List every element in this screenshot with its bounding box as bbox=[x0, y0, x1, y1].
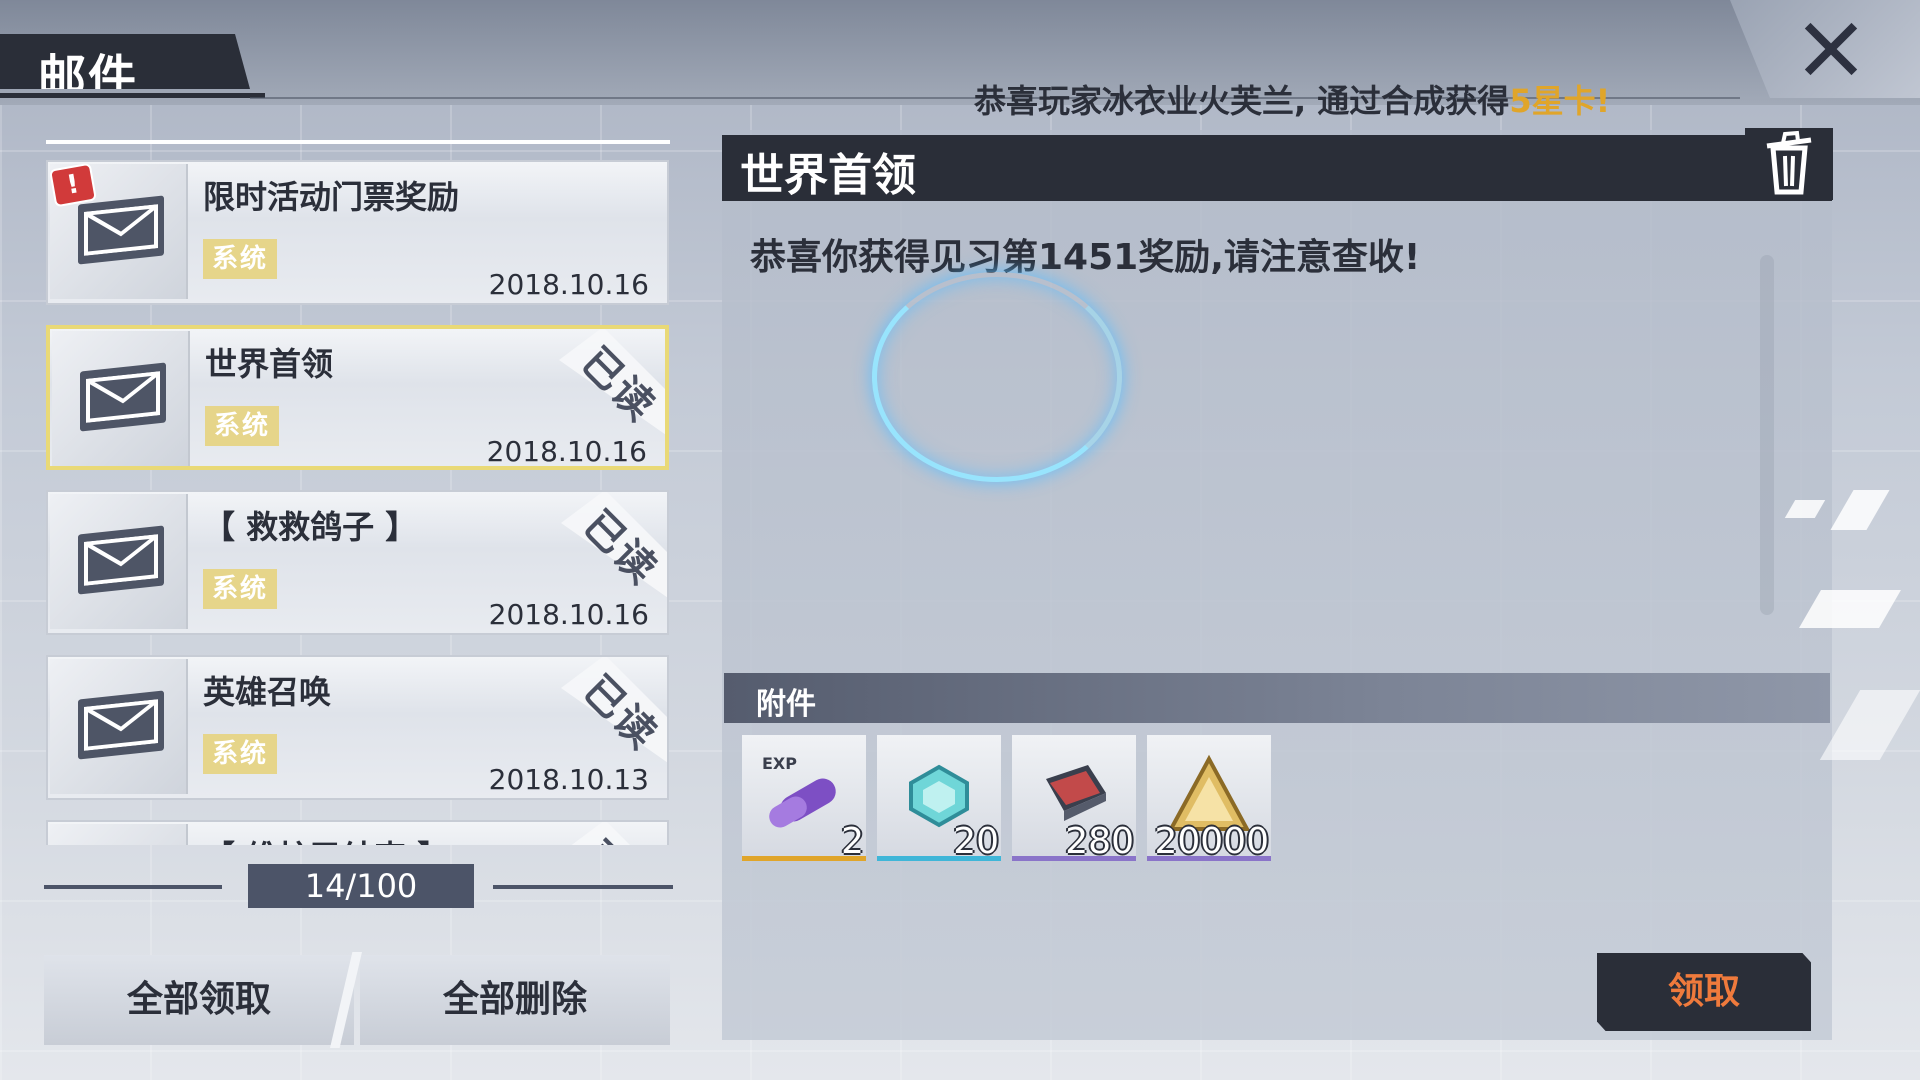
ticker-highlight: 5星卡! bbox=[1509, 82, 1611, 120]
mail-thumbnail bbox=[52, 331, 190, 466]
detail-header: 世界首领 bbox=[722, 135, 1832, 201]
mail-date: 2018.10.13 bbox=[488, 763, 649, 796]
envelope-icon bbox=[78, 195, 164, 265]
unread-alert-icon: ! bbox=[49, 162, 97, 208]
mail-tag-badge: 系统 bbox=[205, 406, 279, 446]
read-stamp: 已读 bbox=[559, 329, 665, 437]
attachments-header: 附件 bbox=[724, 673, 1830, 723]
mail-list[interactable]: ! 限时活动门票奖励 系统 2018.10.16 世界首领 系统 2018.10… bbox=[46, 140, 671, 845]
mail-subject: 限时活动门票奖励 bbox=[203, 178, 460, 216]
read-stamp: 已读 bbox=[561, 822, 667, 845]
attachment-item[interactable]: 20 bbox=[877, 735, 1001, 862]
mail-date: 2018.10.16 bbox=[488, 268, 649, 301]
attachment-item[interactable]: 20000 bbox=[1147, 735, 1271, 862]
envelope-icon bbox=[80, 362, 166, 432]
title-underline bbox=[0, 93, 265, 98]
pager-line-right bbox=[493, 885, 673, 889]
mail-item[interactable]: 英雄召唤 系统 2018.10.13 已读 bbox=[46, 655, 669, 800]
attachment-qty: 20000 bbox=[1154, 821, 1269, 862]
mail-date: 2018.10.16 bbox=[488, 598, 649, 631]
detail-scrollbar[interactable] bbox=[1760, 255, 1774, 615]
attachment-qty: 20 bbox=[953, 821, 999, 862]
mail-subject: 【 维护已结束 】 bbox=[203, 832, 449, 845]
mail-thumbnail bbox=[50, 494, 188, 629]
attachment-item[interactable]: EXP 2 bbox=[742, 735, 866, 862]
envelope-icon bbox=[78, 690, 164, 760]
loading-spinner-icon bbox=[872, 272, 1122, 482]
ticker-text: 恭喜玩家冰衣业火芙兰, 通过合成获得 bbox=[974, 82, 1510, 120]
exp-capsule-icon: EXP bbox=[762, 754, 836, 828]
mail-item[interactable]: ! 限时活动门票奖励 系统 2018.10.16 bbox=[46, 160, 669, 305]
mail-thumbnail bbox=[50, 824, 188, 845]
mail-body-text: 恭喜你获得见习第1451奖励,请注意查收! bbox=[750, 237, 1421, 278]
mail-item-partial[interactable]: 【 维护已结束 】 已读 bbox=[46, 820, 669, 845]
exp-label: EXP bbox=[762, 754, 797, 773]
detail-title: 世界首领 bbox=[740, 150, 916, 201]
broadcast-ticker: 恭喜玩家冰衣业火芙兰, 通过合成获得5星卡! bbox=[974, 76, 1610, 122]
claim-all-button[interactable]: 全部领取 bbox=[44, 955, 354, 1045]
mail-thumbnail bbox=[50, 659, 188, 794]
envelope-icon bbox=[78, 525, 164, 595]
mail-item[interactable]: 【 救救鸽子 】 系统 2018.10.16 已读 bbox=[46, 490, 669, 635]
top-header-band bbox=[0, 0, 1920, 105]
attachment-qty: 280 bbox=[1065, 821, 1134, 862]
trash-icon[interactable] bbox=[1745, 128, 1833, 200]
close-icon[interactable] bbox=[1800, 18, 1862, 80]
mail-tag-badge: 系统 bbox=[203, 734, 277, 774]
pager-line-left bbox=[44, 885, 222, 889]
mail-tag-badge: 系统 bbox=[203, 569, 277, 609]
claim-button[interactable]: 领取 bbox=[1597, 953, 1811, 1031]
mail-count-indicator: 14/100 bbox=[248, 864, 474, 908]
page-title-tab: 邮件 bbox=[0, 34, 250, 89]
mail-tag-badge: 系统 bbox=[203, 239, 277, 279]
attachment-item[interactable]: 280 bbox=[1012, 735, 1136, 862]
attachments-label: 附件 bbox=[756, 687, 816, 722]
delete-all-button[interactable]: 全部删除 bbox=[360, 955, 670, 1045]
read-stamp: 已读 bbox=[561, 657, 667, 765]
mail-subject: 英雄召唤 bbox=[203, 673, 332, 711]
mail-subject: 世界首领 bbox=[205, 345, 334, 383]
read-stamp: 已读 bbox=[561, 492, 667, 600]
mail-item-selected[interactable]: 世界首领 系统 2018.10.16 已读 bbox=[46, 325, 669, 470]
attachment-qty: 2 bbox=[841, 821, 864, 862]
mail-date: 2018.10.16 bbox=[486, 435, 647, 468]
mail-subject: 【 救救鸽子 】 bbox=[203, 508, 418, 546]
